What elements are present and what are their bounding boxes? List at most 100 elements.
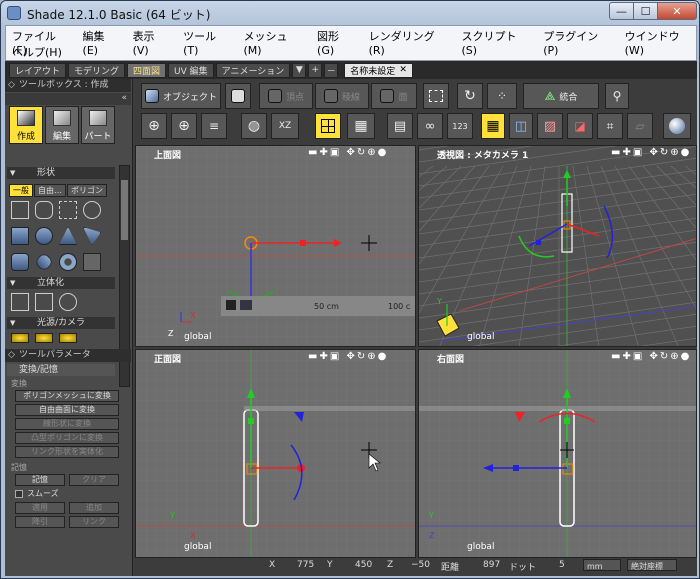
workspace-tab-2[interactable]: 四面図: [127, 62, 167, 78]
face-mode-button[interactable]: 面: [371, 83, 417, 109]
tab-remove-button[interactable]: －: [324, 62, 339, 78]
subtab-free[interactable]: 自由…: [34, 184, 66, 197]
subtab-general[interactable]: 一般: [9, 184, 33, 197]
world-button[interactable]: ◍: [241, 113, 267, 139]
four-view-button[interactable]: [315, 113, 341, 139]
torus-tool-icon[interactable]: [59, 253, 77, 271]
right-viewport[interactable]: 右面図 ▬✚▣ ✥↻⊕● Y Z global: [418, 349, 697, 558]
realize-link-button[interactable]: リンク形状を実体化: [15, 446, 119, 458]
face-snap-button[interactable]: ▱: [627, 113, 653, 139]
front-viewport-title[interactable]: 正面図: [154, 352, 181, 365]
box-tool-icon[interactable]: [11, 227, 29, 245]
edge-snap-button[interactable]: ⌗: [597, 113, 623, 139]
dots-button[interactable]: ⁘: [487, 83, 517, 109]
extrude-tool-icon[interactable]: [11, 293, 29, 311]
spotlight-tool-icon[interactable]: [35, 333, 53, 343]
select-rect-button[interactable]: [423, 83, 449, 109]
subtab-polygon[interactable]: ポリゴン: [67, 184, 107, 197]
param-panel-header[interactable]: ◇ ツールパラメータ: [5, 349, 131, 362]
front-viewport-global[interactable]: global: [184, 542, 211, 552]
workspace-tab-1[interactable]: モデリング: [68, 62, 126, 78]
mode-edit-button[interactable]: 編集: [45, 106, 79, 144]
tab-add-button[interactable]: +: [308, 62, 323, 78]
panel-collapse-icon[interactable]: «: [121, 92, 127, 105]
right-viewport-global[interactable]: global: [467, 542, 494, 552]
perspective-viewport-title[interactable]: 透視図 : メタカメラ 1: [437, 148, 528, 161]
to-polygon-mesh-button[interactable]: ポリゴンメッシュに変換: [15, 390, 119, 402]
menu-item-row1-3[interactable]: ツール(T): [183, 28, 229, 57]
mode-part-button[interactable]: パート: [81, 106, 115, 144]
perspective-viewport-global[interactable]: global: [467, 332, 494, 342]
apply-button[interactable]: 適用: [15, 502, 65, 514]
menu-item-row1-2[interactable]: 表示(V): [133, 28, 170, 57]
object-snap-button[interactable]: ◫: [509, 113, 533, 139]
front-viewport-controls[interactable]: ▬✚▣ ✥↻⊕●: [308, 351, 388, 362]
unit-select[interactable]: mm: [583, 559, 621, 571]
cone-tool-icon[interactable]: [59, 227, 77, 245]
polygon-tool-icon[interactable]: [83, 253, 101, 271]
object-mode-button[interactable]: オブジェクト: [141, 83, 221, 109]
target-button[interactable]: ⊕: [141, 113, 167, 139]
perspective-viewport[interactable]: 透視図 : メタカメラ 1 ▬✚▣ ✥↻⊕● Y global: [418, 145, 697, 347]
front-viewport[interactable]: 正面図 ▬✚▣ ✥↻⊕● Y X global: [135, 349, 416, 558]
menu-item-row1-4[interactable]: メッシュ(M): [243, 28, 303, 57]
document-tab[interactable]: 名称未設定 ✕: [344, 62, 413, 78]
memory-button[interactable]: 記憶: [15, 474, 65, 486]
menu-item-row1-8[interactable]: プラグイン(P): [543, 28, 610, 57]
rectangle-tool-icon[interactable]: [59, 201, 77, 219]
solid-section-header[interactable]: ▼ 立体化: [7, 277, 115, 289]
workspace-tab-0[interactable]: レイアウト: [9, 62, 67, 78]
sweep-tool-icon[interactable]: [35, 293, 53, 311]
smooth-checkbox[interactable]: [15, 490, 23, 498]
link-button[interactable]: リンク: [69, 516, 119, 528]
workspace-tab-4[interactable]: アニメーション: [215, 62, 291, 78]
to-free-surface-button[interactable]: 自由曲面に変換: [15, 404, 119, 416]
cylinder-tool-icon[interactable]: [11, 253, 29, 271]
edge-mode-button[interactable]: 稜線: [315, 83, 369, 109]
minimize-button[interactable]: —: [609, 2, 634, 20]
grid-align-button[interactable]: ≡: [201, 113, 227, 139]
snap-button[interactable]: ⊕: [171, 113, 197, 139]
circle-tool-icon[interactable]: [83, 201, 101, 219]
tab-menu-button[interactable]: ▼: [292, 62, 307, 78]
capsule-tool-icon[interactable]: [33, 251, 55, 273]
light-section-header[interactable]: ▼ 光源/カメラ: [7, 317, 115, 329]
top-viewport[interactable]: 上面図 ▬✚▣ ✥↻⊕● 50 cm 100 c Z X global: [135, 145, 416, 347]
point-snap-button[interactable]: ◪: [567, 113, 593, 139]
mode-create-button[interactable]: 作成: [9, 106, 43, 144]
menu-item-row1-7[interactable]: スクリプト(S): [461, 28, 529, 57]
perspective-viewport-controls[interactable]: ▬✚▣ ✥↻⊕●: [611, 147, 691, 158]
merge-button[interactable]: ⟁ 統合: [523, 83, 599, 109]
grid-button[interactable]: ▦: [347, 113, 375, 139]
maximize-button[interactable]: ☐: [633, 2, 658, 20]
calendar-button[interactable]: ▤: [387, 113, 413, 139]
reset-button[interactable]: 降引: [15, 516, 65, 528]
workspace-tab-3[interactable]: UV 編集: [168, 62, 214, 78]
right-viewport-title[interactable]: 右面図: [437, 352, 464, 365]
document-close-icon[interactable]: ✕: [399, 65, 407, 75]
top-viewport-title[interactable]: 上面図: [154, 148, 181, 161]
walk-button[interactable]: ⚲: [605, 83, 629, 109]
pyramid-tool-icon[interactable]: [83, 227, 101, 245]
shape-section-header[interactable]: ▼ 形状: [7, 167, 115, 179]
top-viewport-global[interactable]: global: [184, 332, 211, 342]
refresh-button[interactable]: ↻: [457, 83, 483, 109]
xz-plane-button[interactable]: XZ: [271, 113, 299, 139]
scrollbar-thumb[interactable]: [121, 180, 128, 240]
revolve-tool-icon[interactable]: [59, 293, 77, 311]
light-tool-icon[interactable]: [11, 333, 29, 343]
to-convex-polygon-button[interactable]: 凸型ポリゴンに変換: [15, 432, 119, 444]
camera-button[interactable]: [225, 83, 251, 109]
sphere-tool-icon[interactable]: [35, 227, 53, 245]
surface-snap-button[interactable]: ▨: [537, 113, 563, 139]
menu-item-row1-5[interactable]: 図形(G): [317, 28, 355, 57]
toolbox-header[interactable]: ◇ ツールボックス : 作成: [5, 79, 131, 92]
menu-item-row1-6[interactable]: レンダリング(R): [369, 28, 448, 57]
numeric-button[interactable]: 123: [447, 113, 473, 139]
add-button[interactable]: 追加: [69, 502, 119, 514]
clear-button[interactable]: クリア: [69, 474, 119, 486]
line-tool-icon[interactable]: [11, 201, 29, 219]
menu-item-row1-1[interactable]: 編集(E): [83, 28, 119, 57]
render-button[interactable]: [663, 113, 691, 139]
vertex-mode-button[interactable]: 頂点: [259, 83, 313, 109]
